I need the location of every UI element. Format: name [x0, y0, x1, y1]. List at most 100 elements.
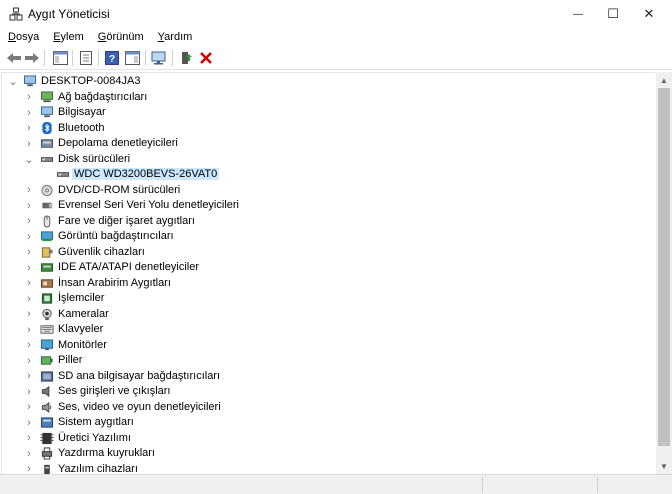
tree-category-item[interactable]: › Bilgisayar	[2, 105, 652, 120]
scroll-down-icon[interactable]: ▼	[656, 458, 672, 474]
chevron-right-icon[interactable]: ›	[24, 183, 34, 198]
chevron-right-icon[interactable]: ›	[24, 446, 34, 461]
usb-icon	[42, 202, 53, 209]
close-button[interactable]: ✕	[626, 0, 672, 28]
chevron-right-icon[interactable]: ›	[24, 369, 34, 384]
chevron-down-icon[interactable]: ⌄	[24, 152, 34, 167]
chevron-right-icon[interactable]: ›	[24, 400, 34, 415]
tree-category-item[interactable]: › Ağ bağdaştırıcıları	[2, 90, 652, 105]
tree-category-item[interactable]: › Ses girişleri ve çıkışları	[2, 384, 652, 399]
tree-category-item[interactable]: › Görüntü bağdaştırıcıları	[2, 229, 652, 244]
action-pane-button[interactable]	[123, 49, 141, 67]
disk-drive-icon	[40, 156, 54, 162]
vertical-scrollbar[interactable]: ▲ ▼	[656, 72, 672, 474]
tree-item-label: Fare ve diğer işaret aygıtları	[58, 214, 195, 227]
close-icon: ✕	[643, 6, 655, 21]
computer-icon	[40, 106, 54, 118]
back-button[interactable]	[5, 49, 23, 67]
show-hide-console-tree-icon	[52, 51, 68, 65]
tree-category-item[interactable]: › Monitörler	[2, 338, 652, 353]
chevron-right-icon[interactable]: ›	[24, 322, 34, 337]
tree-item-label: İnsan Arabirim Aygıtları	[58, 276, 171, 289]
chevron-right-icon[interactable]: ›	[24, 431, 34, 446]
tree-category-item[interactable]: ⌄ Disk sürücüleri	[2, 152, 652, 167]
chevron-right-icon[interactable]: ›	[24, 260, 34, 275]
chevron-right-icon[interactable]: ›	[24, 198, 34, 213]
tree-category-item[interactable]: › DVD/CD-ROM sürücüleri	[2, 183, 652, 198]
status-bar	[0, 474, 672, 494]
tree-category-item[interactable]: › Yazdırma kuyrukları	[2, 446, 652, 461]
scan-hardware-icon	[151, 51, 166, 65]
chevron-right-icon[interactable]: ›	[24, 90, 34, 105]
status-pane-divider	[482, 477, 483, 493]
title-bar[interactable]: Aygıt Yöneticisi — ☐ ✕	[0, 0, 672, 28]
update-driver-icon	[182, 52, 192, 64]
chevron-right-icon[interactable]: ›	[24, 136, 34, 151]
tree-category-item[interactable]: › İnsan Arabirim Aygıtları	[2, 276, 652, 291]
svg-text:?: ?	[109, 54, 115, 65]
tree-category-item[interactable]: › SD ana bilgisayar bağdaştırıcıları	[2, 369, 652, 384]
tree-device-item[interactable]: WDC WD3200BEVS-26VAT0	[2, 167, 652, 182]
chevron-right-icon[interactable]: ›	[24, 415, 34, 430]
tree-item-label: SD ana bilgisayar bağdaştırıcıları	[58, 369, 221, 382]
tree-category-item[interactable]: › İşlemciler	[2, 291, 652, 306]
tree-category-item[interactable]: › Depolama denetleyicileri	[2, 136, 652, 151]
update-driver-button[interactable]	[177, 49, 195, 67]
chevron-right-icon[interactable]: ›	[24, 462, 34, 474]
chevron-right-icon[interactable]: ›	[24, 214, 34, 229]
dvd-drive-icon	[41, 184, 53, 196]
chevron-right-icon[interactable]: ›	[24, 105, 34, 120]
chevron-right-icon[interactable]: ›	[24, 338, 34, 353]
tree-category-item[interactable]: › Üretici Yazılımı	[2, 431, 652, 446]
chevron-right-icon[interactable]: ›	[24, 384, 34, 399]
hid-icon	[40, 278, 54, 288]
chevron-right-icon[interactable]: ›	[24, 245, 34, 260]
tree-category-item[interactable]: › Bluetooth	[2, 121, 652, 136]
tree-category-item[interactable]: › Yazılım cihazları	[2, 462, 652, 475]
tree-item-label: Görüntü bağdaştırıcıları	[58, 230, 174, 242]
forward-arrow-icon	[25, 53, 39, 63]
scroll-up-icon[interactable]: ▲	[656, 72, 672, 88]
menu-item[interactable]: Eylem	[53, 31, 84, 43]
tree-item-label: Üretici Yazılımı	[58, 431, 131, 444]
processor-icon	[41, 293, 53, 304]
scrollbar-thumb[interactable]	[658, 88, 670, 446]
help-button[interactable]: ?	[103, 49, 121, 67]
tree-item-label: Bilgisayar	[58, 106, 106, 118]
uninstall-device-button[interactable]	[197, 49, 215, 67]
tree-category-item[interactable]: › Evrensel Seri Veri Yolu denetleyicileri	[2, 198, 652, 213]
tree-category-item[interactable]: › Piller	[2, 353, 652, 368]
tree-item-label: Ağ bağdaştırıcıları	[58, 90, 148, 103]
maximize-icon: ☐	[607, 6, 619, 21]
chevron-right-icon[interactable]: ›	[24, 353, 34, 368]
properties-button[interactable]	[77, 49, 95, 67]
tree-category-item[interactable]: › IDE ATA/ATAPI denetleyiciler	[2, 260, 652, 275]
chevron-right-icon[interactable]: ›	[24, 307, 34, 322]
toolbar-separator	[72, 50, 73, 66]
chevron-right-icon[interactable]: ›	[24, 291, 34, 306]
tree-category-item[interactable]: › Güvenlik cihazları	[2, 245, 652, 260]
device-tree[interactable]: ⌄ DESKTOP-0084JA3 › Ağ bağdaştırıcıları › Bil…	[1, 72, 655, 474]
tree-category-item[interactable]: › Ses, video ve oyun denetleyicileri	[2, 400, 652, 415]
menu-item[interactable]: Dosya	[8, 31, 39, 43]
tree-category-item[interactable]: › Sistem aygıtları	[2, 415, 652, 430]
tree-category-item[interactable]: › Klavyeler	[2, 322, 652, 337]
forward-button[interactable]	[23, 49, 41, 67]
menu-item[interactable]: Görünüm	[98, 31, 144, 43]
print-queue-icon	[41, 447, 53, 460]
chevron-right-icon[interactable]: ›	[24, 276, 34, 291]
chevron-right-icon[interactable]: ›	[24, 121, 34, 136]
show-hide-console-tree-button[interactable]	[51, 49, 69, 67]
toolbar-separator	[44, 50, 45, 66]
chevron-down-icon[interactable]: ⌄	[8, 74, 18, 89]
tree-root[interactable]: ⌄ DESKTOP-0084JA3	[2, 74, 652, 89]
tree-category-item[interactable]: › Kameralar	[2, 307, 652, 322]
toolbar-separator	[145, 50, 146, 66]
tree-category-item[interactable]: › Fare ve diğer işaret aygıtları	[2, 214, 652, 229]
menu-item[interactable]: Yardım	[158, 31, 193, 43]
keyboard-icon	[40, 325, 54, 334]
chevron-right-icon[interactable]: ›	[24, 229, 34, 244]
storage-controller-icon	[40, 139, 54, 148]
scan-hardware-button[interactable]	[150, 49, 168, 67]
back-arrow-icon	[7, 53, 21, 63]
